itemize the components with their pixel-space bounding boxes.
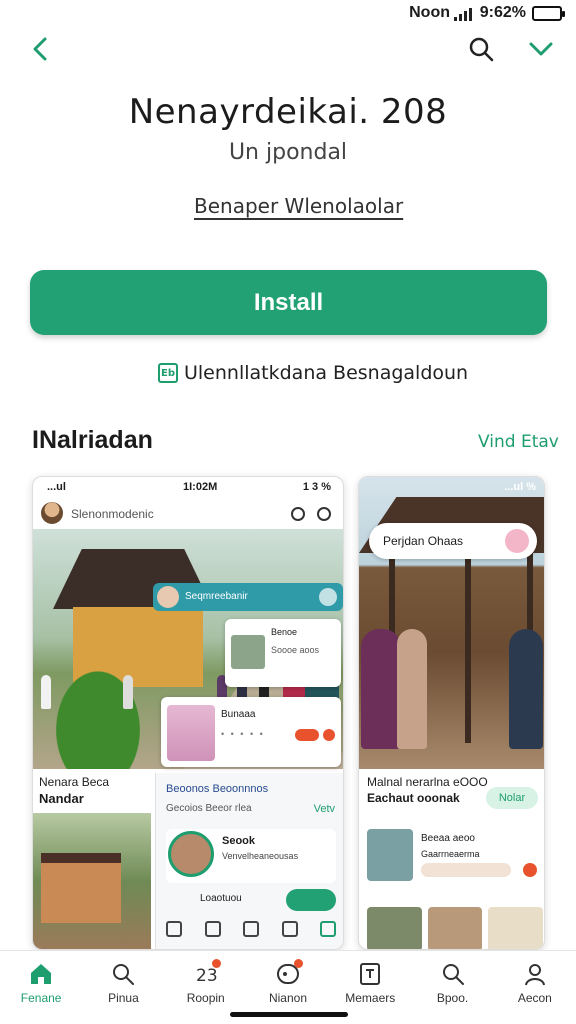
preview-battery: 1 3 %	[302, 481, 331, 493]
list-item: Beeaa aeoo Gaarrneaerma	[367, 829, 539, 885]
preview-time: 1I:02M	[183, 481, 218, 493]
notification-badge	[293, 959, 303, 968]
pavilion-photo: Perjdan Ohaas ...ul %	[359, 477, 544, 769]
status-badge: Nolar	[486, 787, 538, 809]
preview-caption-bold: Eachaut ooonak	[367, 791, 460, 805]
preview-list-panel: Beoonos Beoonnnos Gecoios Beeor rlea Vet…	[155, 773, 343, 949]
preview-banner: Seqmreebanir	[153, 583, 343, 611]
search-icon	[113, 964, 135, 985]
svg-text:23: 23	[196, 966, 218, 986]
preview-status-bar: ...ul 1I:02M 1 3 %	[33, 477, 343, 497]
top-navigation	[0, 28, 576, 70]
preview-header-title: Slenonmodenic	[71, 507, 154, 521]
preview-header: Slenonmodenic	[33, 499, 343, 531]
app-title: Nenayrdeikai. 208	[128, 92, 448, 132]
app-subtitle: Un jpondal	[228, 140, 348, 165]
heart-icon	[505, 529, 529, 553]
developer-link[interactable]: Benaper Wlenolaolar	[194, 194, 403, 218]
preview-signal: ...ul	[47, 481, 66, 493]
nav-item-search[interactable]: Pinua	[82, 951, 164, 1024]
refresh-icon	[317, 507, 331, 521]
preview-caption-bold: Nandar	[39, 791, 84, 806]
circle-icon	[291, 507, 305, 521]
preview-profile-card: Bunaaa • • • • •	[161, 697, 341, 767]
avatar	[168, 831, 214, 877]
preview-caption: Malnal nerarlna eOOO	[367, 775, 488, 789]
preview-thumbnails	[367, 907, 544, 949]
list-item: Loaotuou	[166, 889, 336, 913]
back-arrow-icon[interactable]	[26, 34, 56, 64]
carrier-label: Noon	[409, 4, 450, 21]
nav-item-account[interactable]: Aecon	[494, 951, 576, 1024]
screenshot-1[interactable]: ...ul 1I:02M 1 3 % Slenonmodenic Seqmree…	[32, 476, 344, 950]
preview-tab-bar	[166, 921, 336, 943]
preview-status: ...ul %	[504, 481, 536, 493]
nav-item-home[interactable]: Fenane	[0, 951, 82, 1024]
search-icon	[442, 964, 464, 985]
chevron-down-icon[interactable]	[526, 34, 556, 64]
preview-caption: Nenara Beca	[39, 775, 110, 789]
battery-percent: 9:62%	[479, 4, 526, 21]
nav-item-search-2[interactable]: Bpoo.	[411, 951, 493, 1024]
preview-search-chip: Perjdan Ohaas	[369, 523, 537, 559]
info-text: Ulennllatkdana Besnagaldoun	[184, 362, 469, 384]
list-item: Seook Venvelheaneousas	[166, 829, 336, 883]
screenshots-section-link[interactable]: Vind Etav	[478, 432, 559, 452]
house-photo	[33, 813, 151, 949]
notification-badge	[211, 959, 221, 968]
preview-card: Benoe Soooe aoos	[225, 619, 341, 687]
home-indicator[interactable]	[230, 1012, 348, 1017]
install-button[interactable]: Install	[30, 270, 547, 335]
grid-icon	[360, 963, 381, 985]
account-icon	[524, 964, 545, 986]
plus-icon	[319, 588, 337, 606]
status-bar: Noon 9:62%	[0, 0, 576, 28]
avatar	[41, 502, 63, 524]
home-icon	[31, 964, 52, 984]
info-row: Eb Ulennllatkdana Besnagaldoun	[158, 362, 468, 384]
signal-icon	[454, 8, 472, 21]
info-badge-icon: Eb	[158, 363, 178, 383]
screenshot-2[interactable]: Perjdan Ohaas ...ul % Malnal nerarlna eO…	[358, 476, 545, 950]
chat-button	[286, 889, 336, 911]
search-icon[interactable]	[466, 34, 496, 64]
battery-icon	[532, 6, 565, 21]
screenshots-section-title: INalriadan	[32, 426, 153, 454]
